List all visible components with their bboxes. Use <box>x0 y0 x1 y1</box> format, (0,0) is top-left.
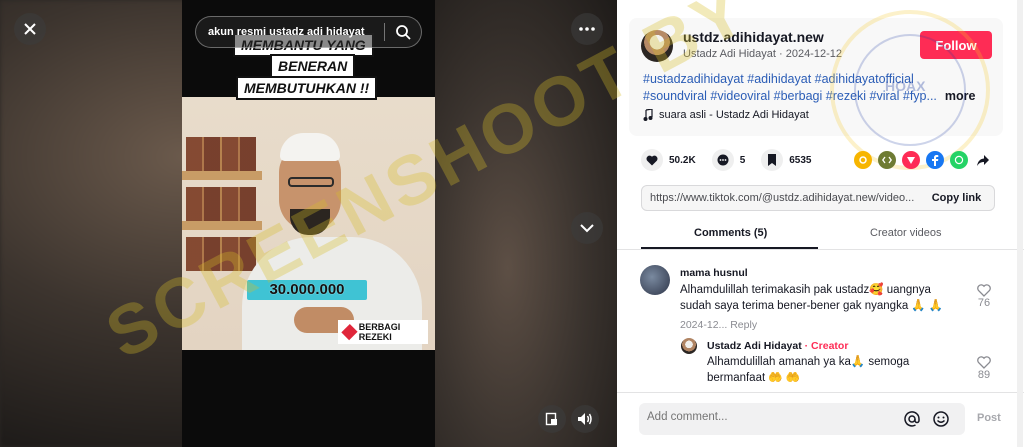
post-comment-button[interactable]: Post <box>977 412 1001 424</box>
rezeki-badge-label: BERBAGI REZEKI <box>358 322 401 342</box>
active-tab-indicator <box>641 247 818 249</box>
copy-link-button[interactable]: Copy link <box>919 186 994 210</box>
search-bar[interactable]: akun resmi ustadz adi hidayat <box>195 16 422 48</box>
more-options-button[interactable] <box>571 13 603 45</box>
mention-icon[interactable] <box>903 410 921 433</box>
comment-text: bermanfaat 🤲 🤲 <box>707 372 801 384</box>
comment-composer: Post <box>617 392 1024 447</box>
like-count: 50.2K <box>669 154 696 166</box>
search-icon[interactable] <box>385 24 421 40</box>
creator-label: · Creator <box>804 340 849 352</box>
video-scene <box>182 97 435 350</box>
tab-creator-videos[interactable]: Creator videos <box>870 227 942 239</box>
bookshelf-books <box>186 187 256 221</box>
post-info-card: ustdz.adihidayat.new Ustadz Adi Hidayat … <box>629 18 1003 136</box>
panel-tabs: Comments (5) Creator videos <box>617 220 1024 250</box>
share-friends-icon[interactable] <box>854 151 872 169</box>
more-icon <box>579 27 595 31</box>
video-player[interactable]: MEMBANTU YANG BENERAN MEMBUTUHKAN !! 30.… <box>0 0 617 447</box>
rezeki-badge: BERBAGI REZEKI <box>338 320 428 344</box>
comment-list: mama husnul Alhamdulillah terimakasih pa… <box>617 252 1024 392</box>
comment-input[interactable] <box>647 411 887 423</box>
follow-button[interactable]: Follow <box>920 31 992 59</box>
comment-input-box[interactable] <box>639 403 965 435</box>
comment-date: 2024-12... <box>680 319 728 331</box>
embed-icon[interactable] <box>878 151 896 169</box>
close-button[interactable] <box>14 13 46 45</box>
bookshelf <box>182 171 262 180</box>
chevron-down-icon <box>580 224 594 233</box>
rezeki-logo-icon <box>341 323 358 341</box>
tiktok-video-page: MEMBANTU YANG BENERAN MEMBUTUHKAN !! 30.… <box>0 0 1024 447</box>
comment-stat[interactable]: 5 <box>711 149 746 171</box>
comment-meta: 2024-12... Reply <box>680 319 757 331</box>
author-subtitle: Ustadz Adi Hidayat · 2024-12-12 <box>683 48 842 60</box>
tab-comments[interactable]: Comments (5) <box>694 227 767 239</box>
picture-in-picture-button[interactable] <box>538 405 566 433</box>
save-count: 6535 <box>789 154 812 166</box>
more-link[interactable]: more <box>945 89 976 103</box>
comment-text: Alhamdulillah amanah ya ka🙏 semoga <box>707 356 910 368</box>
search-input[interactable]: akun resmi ustadz adi hidayat <box>196 26 384 38</box>
reply-link[interactable]: Reply <box>730 319 757 331</box>
avatar[interactable] <box>640 265 670 295</box>
next-video-button[interactable] <box>571 212 603 244</box>
details-panel: ustdz.adihidayat.new Ustadz Adi Hidayat … <box>617 0 1024 447</box>
comment-icon[interactable] <box>711 149 734 171</box>
heart-icon[interactable] <box>641 149 663 171</box>
hashtags-line-2[interactable]: #soundviral #videoviral #berbagi #rezeki… <box>643 88 989 105</box>
money-overlay: 30.000.000 <box>247 280 367 300</box>
heart-outline-icon[interactable] <box>977 284 991 297</box>
hashtags-line[interactable]: #soundviral #videoviral #berbagi #rezeki… <box>643 89 937 103</box>
comment-like-count: 76 <box>977 297 991 309</box>
volume-button[interactable] <box>571 405 599 433</box>
send-to-friends-icon[interactable] <box>902 151 920 169</box>
post-hashtags[interactable]: #ustadzadihidayat #adihidayat #adihidaya… <box>643 71 989 105</box>
bookmark-icon[interactable] <box>761 149 784 171</box>
music-title[interactable]: suara asli - Ustadz Adi Hidayat <box>659 109 809 121</box>
avatar[interactable] <box>641 30 673 62</box>
whatsapp-icon[interactable] <box>950 151 968 169</box>
bookshelf <box>182 221 262 230</box>
page-scrollbar[interactable] <box>1017 0 1023 447</box>
reply-author-name[interactable]: Ustadz Adi Hidayat <box>707 340 802 352</box>
comment-author[interactable]: mama husnul <box>680 267 748 279</box>
comment-text: sudah saya terima bener-bener gak nyangk… <box>680 300 944 312</box>
speaker-beard <box>290 209 330 235</box>
emoji-icon[interactable] <box>932 410 950 433</box>
close-icon <box>24 23 36 35</box>
comment-author[interactable]: Ustadz Adi Hidayat · Creator <box>707 340 848 352</box>
engagement-stats: 50.2K 5 6535 <box>641 149 828 171</box>
avatar[interactable] <box>681 338 697 354</box>
video-caption-line: MEMBUTUHKAN !! <box>236 76 378 100</box>
pip-icon <box>545 412 557 426</box>
video-url-field[interactable]: https://www.tiktok.com/@ustdz.adihidayat… <box>650 192 920 204</box>
speaker-glasses <box>288 177 334 187</box>
comment-like[interactable]: 76 <box>977 284 991 309</box>
music-note-icon <box>643 109 653 121</box>
money-amount: 30.000.000 <box>269 281 345 298</box>
video-caption-line: BENERAN <box>270 54 356 78</box>
comment-like-count: 89 <box>977 369 991 381</box>
speaker-cap <box>280 133 340 161</box>
comment-text: Alhamdulillah terimakasih pak ustadz🥰 ua… <box>680 284 931 296</box>
comment-like[interactable]: 89 <box>977 356 991 381</box>
music-info[interactable]: suara asli - Ustadz Adi Hidayat <box>643 109 809 121</box>
facebook-icon[interactable] <box>926 151 944 169</box>
save-stat[interactable]: 6535 <box>761 149 812 171</box>
heart-outline-icon[interactable] <box>977 356 991 369</box>
author-username[interactable]: ustdz.adihidayat.new <box>683 29 824 45</box>
like-stat[interactable]: 50.2K <box>641 149 696 171</box>
video-link-bar: https://www.tiktok.com/@ustdz.adihidayat… <box>641 185 995 211</box>
bookshelf-books <box>186 237 256 271</box>
hashtags-line[interactable]: #ustadzadihidayat #adihidayat #adihidaya… <box>643 71 989 88</box>
volume-icon <box>578 413 592 425</box>
comment-count: 5 <box>739 154 746 166</box>
share-buttons <box>854 151 992 169</box>
bookshelf-books <box>186 137 256 171</box>
share-arrow-icon[interactable] <box>974 151 992 169</box>
